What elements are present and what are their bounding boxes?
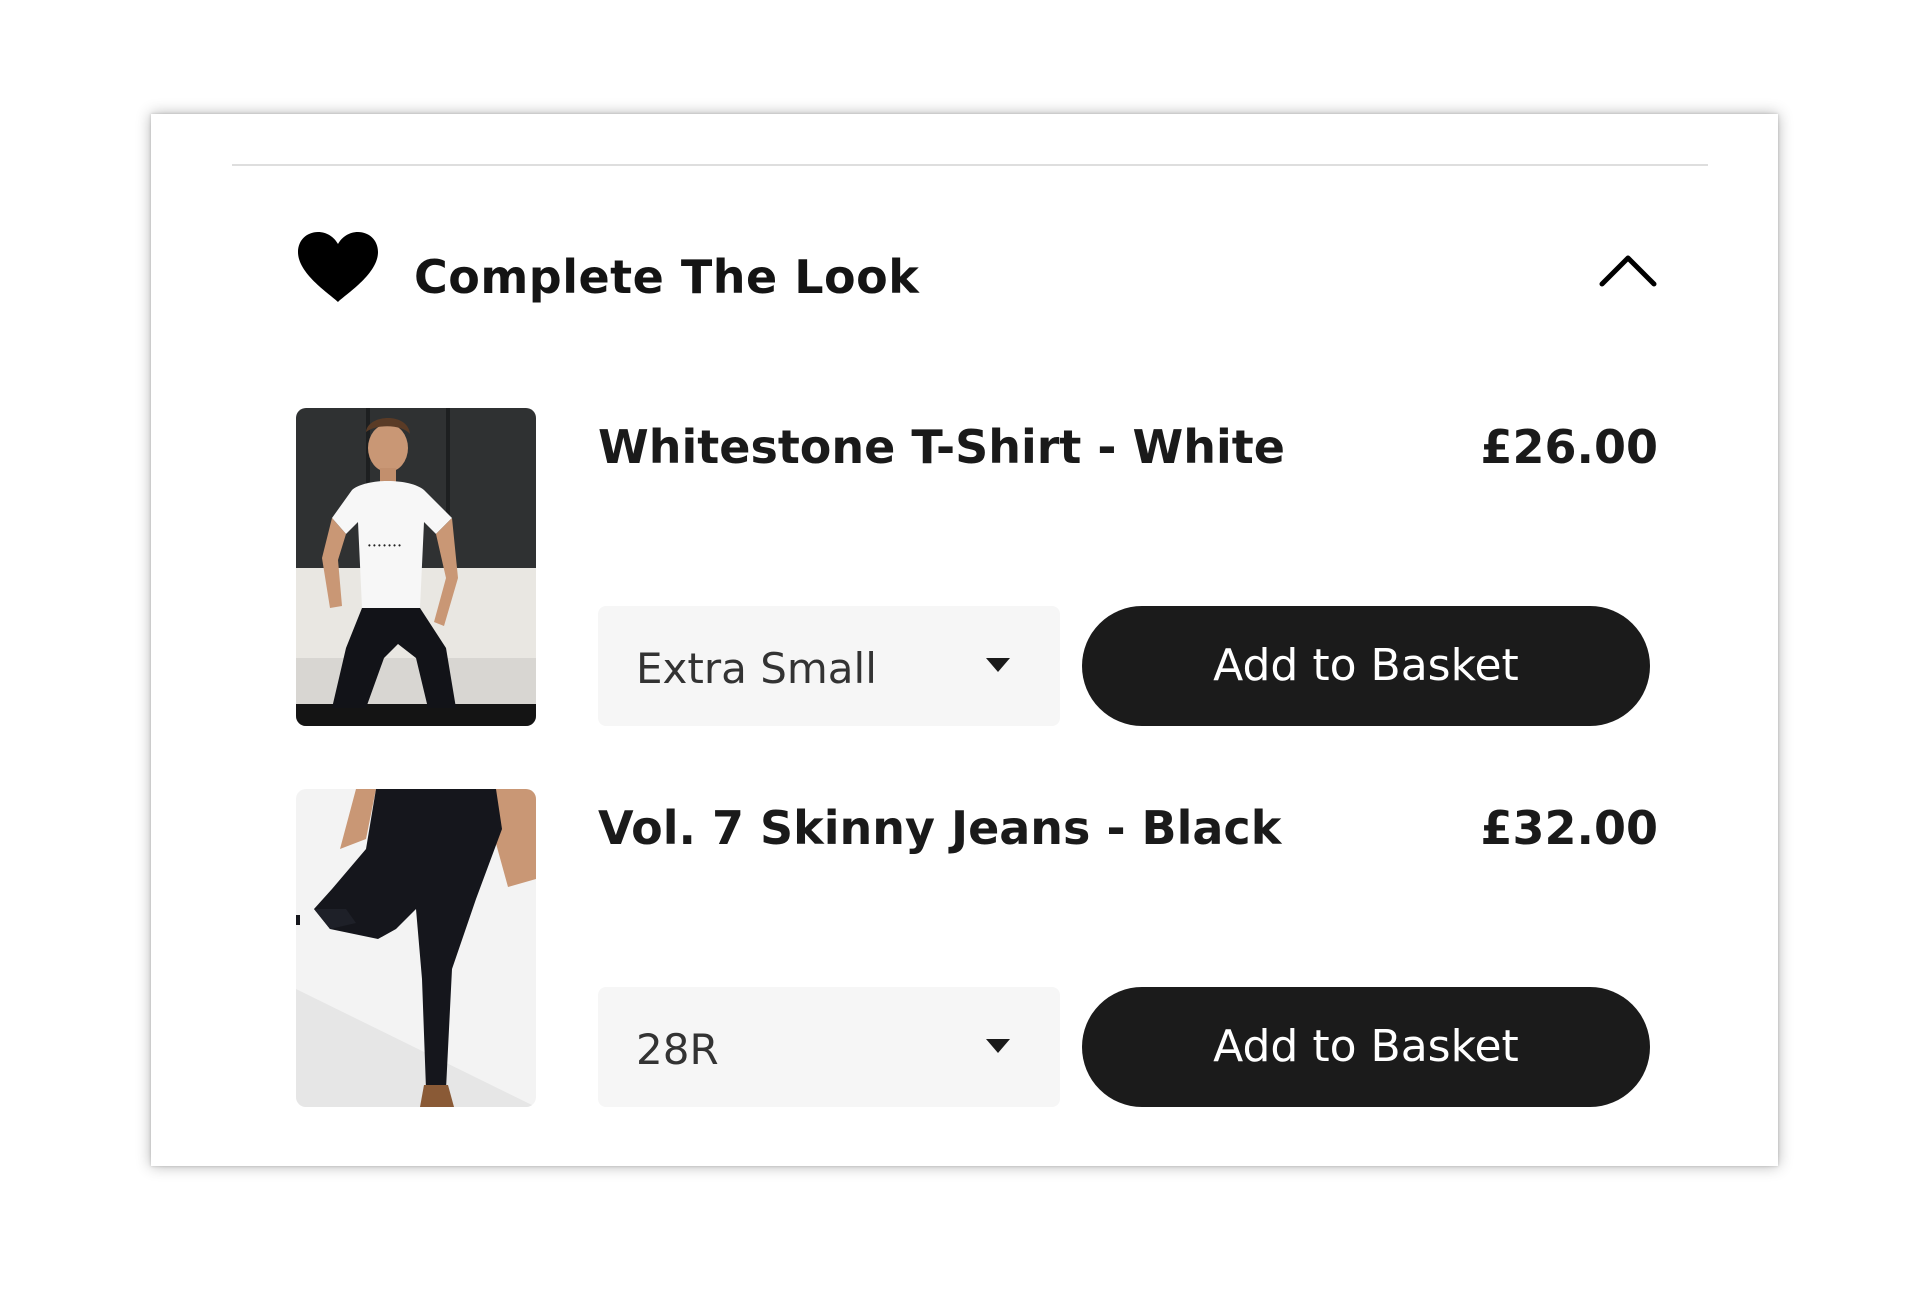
size-select-value: Extra Small	[636, 644, 877, 693]
product-item: • • • • • • • Whitestone T-Shirt - White…	[296, 408, 1658, 726]
add-to-basket-button[interactable]: Add to Basket	[1082, 606, 1650, 726]
section-title: Complete The Look	[414, 250, 920, 304]
product-price: £26.00	[1480, 420, 1658, 474]
section-header[interactable]: Complete The Look	[296, 230, 1658, 314]
top-divider	[232, 164, 1708, 166]
add-to-basket-button[interactable]: Add to Basket	[1082, 987, 1650, 1107]
size-select[interactable]: 28R	[598, 987, 1060, 1107]
chevron-up-icon[interactable]	[1598, 250, 1658, 290]
product-price: £32.00	[1480, 801, 1658, 855]
heart-icon	[296, 230, 380, 314]
product-image[interactable]: • • • • • • •	[296, 408, 536, 726]
product-photo-tshirt-icon: • • • • • • •	[296, 408, 536, 726]
product-photo-jeans-icon	[296, 789, 536, 1107]
size-select[interactable]: Extra Small	[598, 606, 1060, 726]
product-image[interactable]	[296, 789, 536, 1107]
caret-down-icon	[986, 658, 1010, 672]
product-name[interactable]: Vol. 7 Skinny Jeans - Black	[598, 801, 1281, 855]
product-name[interactable]: Whitestone T-Shirt - White	[598, 420, 1285, 474]
svg-text:• • • • • • •: • • • • • • •	[368, 541, 401, 550]
product-item: Vol. 7 Skinny Jeans - Black £32.00 28R A…	[296, 789, 1658, 1107]
complete-the-look-panel: Complete The Look • • • • • • • Whitesto…	[151, 114, 1778, 1166]
caret-down-icon	[986, 1039, 1010, 1053]
size-select-value: 28R	[636, 1025, 719, 1074]
